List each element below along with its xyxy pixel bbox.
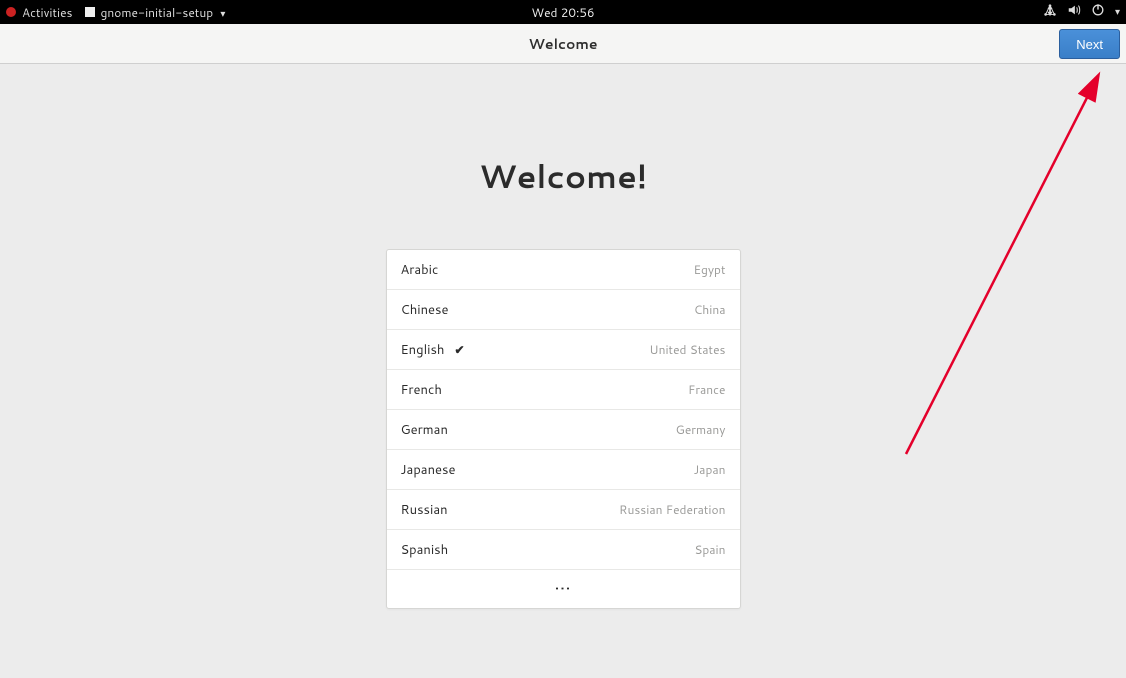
chevron-down-icon: ▾ xyxy=(1115,5,1120,19)
language-name: Chinese xyxy=(401,301,449,319)
language-name: German xyxy=(401,421,448,439)
language-name: Spanish xyxy=(401,541,449,559)
language-list: Arabic Egypt Chinese China English ✔ Uni… xyxy=(386,249,741,609)
language-row-arabic[interactable]: Arabic Egypt xyxy=(387,250,740,290)
language-country: Russian Federation xyxy=(619,501,725,518)
language-name: Russian xyxy=(401,501,448,519)
language-country: Japan xyxy=(694,461,726,478)
language-row-spanish[interactable]: Spanish Spain xyxy=(387,530,740,570)
language-country: Spain xyxy=(694,541,725,558)
gnome-top-bar: Activities gnome-initial-setup ▾ Wed 20:… xyxy=(0,0,1126,24)
app-icon xyxy=(85,7,95,17)
clock[interactable]: Wed 20:56 xyxy=(531,4,594,21)
more-icon: ⋮ xyxy=(552,580,575,598)
app-menu[interactable]: gnome-initial-setup ▾ xyxy=(101,4,226,21)
language-name: English xyxy=(401,341,445,359)
language-name: French xyxy=(401,381,442,399)
language-name: Arabic xyxy=(401,261,439,279)
language-country: China xyxy=(694,301,726,318)
language-row-german[interactable]: German Germany xyxy=(387,410,740,450)
check-icon: ✔ xyxy=(455,341,465,358)
main-content: Welcome! Arabic Egypt Chinese China Engl… xyxy=(0,64,1126,678)
network-icon[interactable] xyxy=(1043,3,1057,21)
language-row-russian[interactable]: Russian Russian Federation xyxy=(387,490,740,530)
welcome-heading: Welcome! xyxy=(479,154,647,199)
language-name: Japanese xyxy=(401,461,456,479)
power-icon[interactable] xyxy=(1091,3,1105,21)
language-country: United States xyxy=(649,341,725,358)
language-row-japanese[interactable]: Japanese Japan xyxy=(387,450,740,490)
show-more-button[interactable]: ⋮ xyxy=(387,570,740,608)
language-row-french[interactable]: French France xyxy=(387,370,740,410)
window-header-bar: Welcome Next xyxy=(0,24,1126,64)
activities-button[interactable]: Activities xyxy=(22,4,73,21)
language-row-chinese[interactable]: Chinese China xyxy=(387,290,740,330)
page-title: Welcome xyxy=(528,34,597,54)
language-country: Germany xyxy=(676,421,726,438)
annotation-arrow xyxy=(866,64,1126,474)
volume-icon[interactable] xyxy=(1067,3,1081,21)
language-row-english[interactable]: English ✔ United States xyxy=(387,330,740,370)
language-country: Egypt xyxy=(693,261,725,278)
chevron-down-icon: ▾ xyxy=(220,7,225,21)
system-status-area[interactable]: ▾ xyxy=(1043,3,1120,21)
language-country: France xyxy=(688,381,725,398)
next-button[interactable]: Next xyxy=(1059,29,1120,59)
app-menu-label: gnome-initial-setup xyxy=(101,4,214,21)
activities-indicator-icon[interactable] xyxy=(6,7,16,17)
